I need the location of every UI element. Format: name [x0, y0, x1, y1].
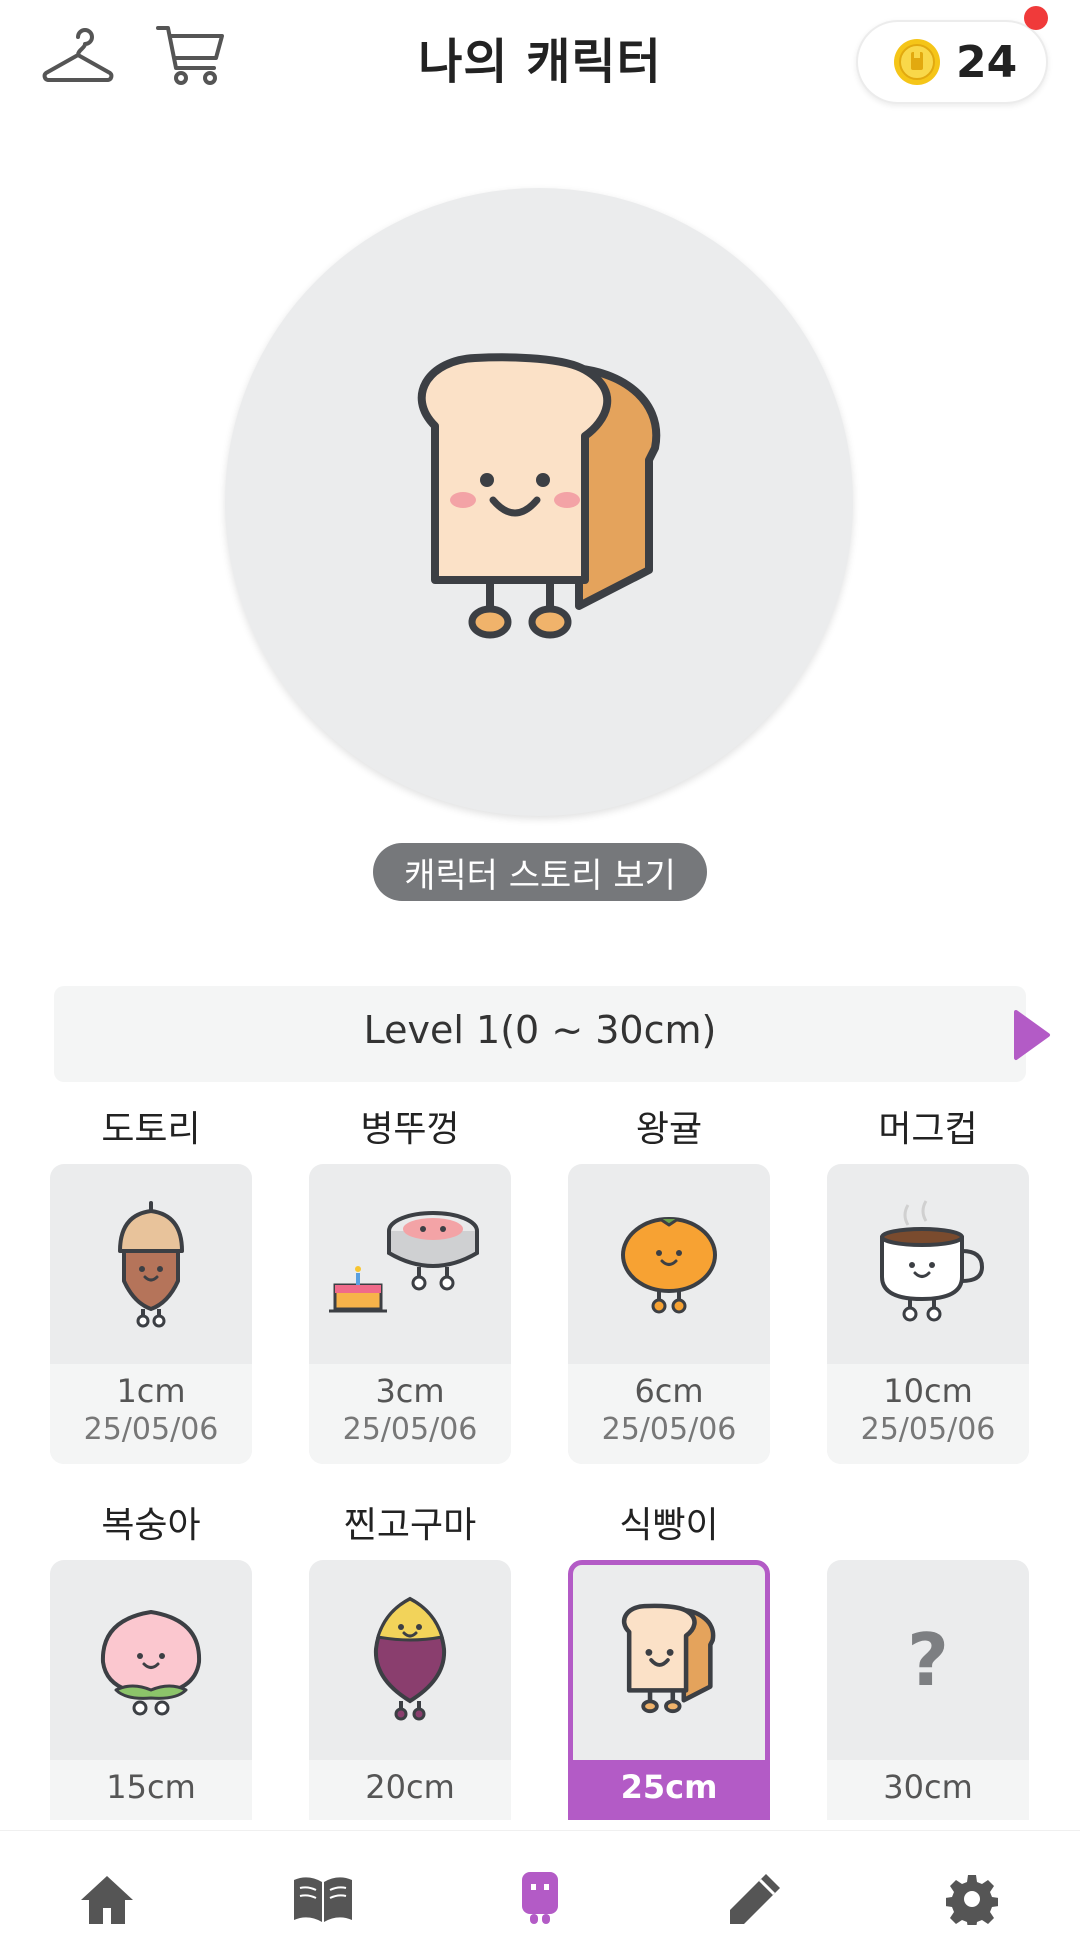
bottle-cap-icon	[309, 1164, 511, 1364]
character-info: 3cm 25/05/06	[309, 1364, 511, 1464]
level-bar[interactable]: Level 1(0 ~ 30cm)	[54, 986, 1050, 1082]
character-name: 병뚜껑	[360, 1109, 460, 1150]
character-info: 10cm 25/05/06	[827, 1364, 1029, 1464]
character-size: 20cm	[365, 1768, 455, 1806]
character-card-locked[interactable]: ? 30cm	[827, 1560, 1029, 1820]
character-story-button[interactable]: 캐릭터 스토리 보기	[373, 843, 707, 901]
character-date: 25/05/06	[83, 1412, 219, 1447]
character-card[interactable]: 3cm 25/05/06	[309, 1164, 511, 1464]
coin-count: 24	[956, 36, 1018, 88]
character-card[interactable]: 20cm	[309, 1560, 511, 1820]
acorn-icon	[50, 1164, 252, 1364]
bread-icon	[573, 1565, 765, 1760]
character-name: 왕귤	[635, 1109, 703, 1150]
notification-dot	[1024, 6, 1048, 30]
character-name: 찐고구마	[343, 1505, 477, 1546]
character-card[interactable]: 6cm 25/05/06	[568, 1164, 770, 1464]
header: 나의 캐릭터 24	[0, 0, 1080, 110]
mug-icon	[827, 1164, 1029, 1364]
character-info: 15cm	[50, 1760, 252, 1820]
character-card-selected[interactable]: 25cm	[568, 1560, 770, 1820]
character-icon[interactable]	[500, 1859, 580, 1939]
character-size: 30cm	[883, 1768, 973, 1806]
character-info: 1cm 25/05/06	[50, 1364, 252, 1464]
character-date: 25/05/06	[860, 1412, 996, 1447]
coin-balance[interactable]: 24	[856, 20, 1048, 104]
coin-icon	[894, 39, 940, 85]
character-date: 25/05/06	[342, 1412, 478, 1447]
character-size: 6cm	[634, 1372, 704, 1410]
character-info: 6cm 25/05/06	[568, 1364, 770, 1464]
play-arrow-icon[interactable]	[1012, 1008, 1052, 1062]
book-icon[interactable]	[283, 1859, 363, 1939]
character-info: 20cm	[309, 1760, 511, 1820]
character-card[interactable]: 1cm 25/05/06	[50, 1164, 252, 1464]
character-card[interactable]: 15cm	[50, 1560, 252, 1820]
question-mark-icon: ?	[907, 1618, 949, 1702]
peach-icon	[50, 1560, 252, 1760]
character-size: 10cm	[883, 1372, 973, 1410]
character-size: 1cm	[116, 1372, 186, 1410]
character-name: 머그컵	[878, 1109, 978, 1150]
character-size: 15cm	[106, 1768, 196, 1806]
character-info: 25cm	[573, 1760, 765, 1820]
character-size: 3cm	[375, 1372, 445, 1410]
character-info: 30cm	[827, 1760, 1029, 1820]
character-size: 25cm	[620, 1768, 718, 1806]
home-icon[interactable]	[67, 1859, 147, 1939]
character-card[interactable]: 10cm 25/05/06	[827, 1164, 1029, 1464]
sweet-potato-icon	[309, 1560, 511, 1760]
character-grid: 도토리 1cm 25/05/06 병뚜껑 3cm 25/05/06 왕귤 6cm…	[0, 1100, 1080, 1820]
character-page: 나의 캐릭터 24 캐릭터 스토리 보기 Level 1(0 ~ 30cm) 도…	[0, 0, 1080, 1960]
pencil-icon[interactable]	[715, 1859, 795, 1939]
level-label: Level 1(0 ~ 30cm)	[363, 1008, 717, 1052]
tangerine-icon	[568, 1164, 770, 1364]
character-date: 25/05/06	[601, 1412, 737, 1447]
character-name: 복숭아	[101, 1505, 201, 1546]
bottom-navigation	[0, 1830, 1080, 1960]
character-name: 도토리	[101, 1109, 201, 1150]
bread-character-icon[interactable]	[395, 350, 685, 650]
character-name: 식빵이	[619, 1505, 719, 1546]
gear-icon[interactable]	[932, 1859, 1012, 1939]
